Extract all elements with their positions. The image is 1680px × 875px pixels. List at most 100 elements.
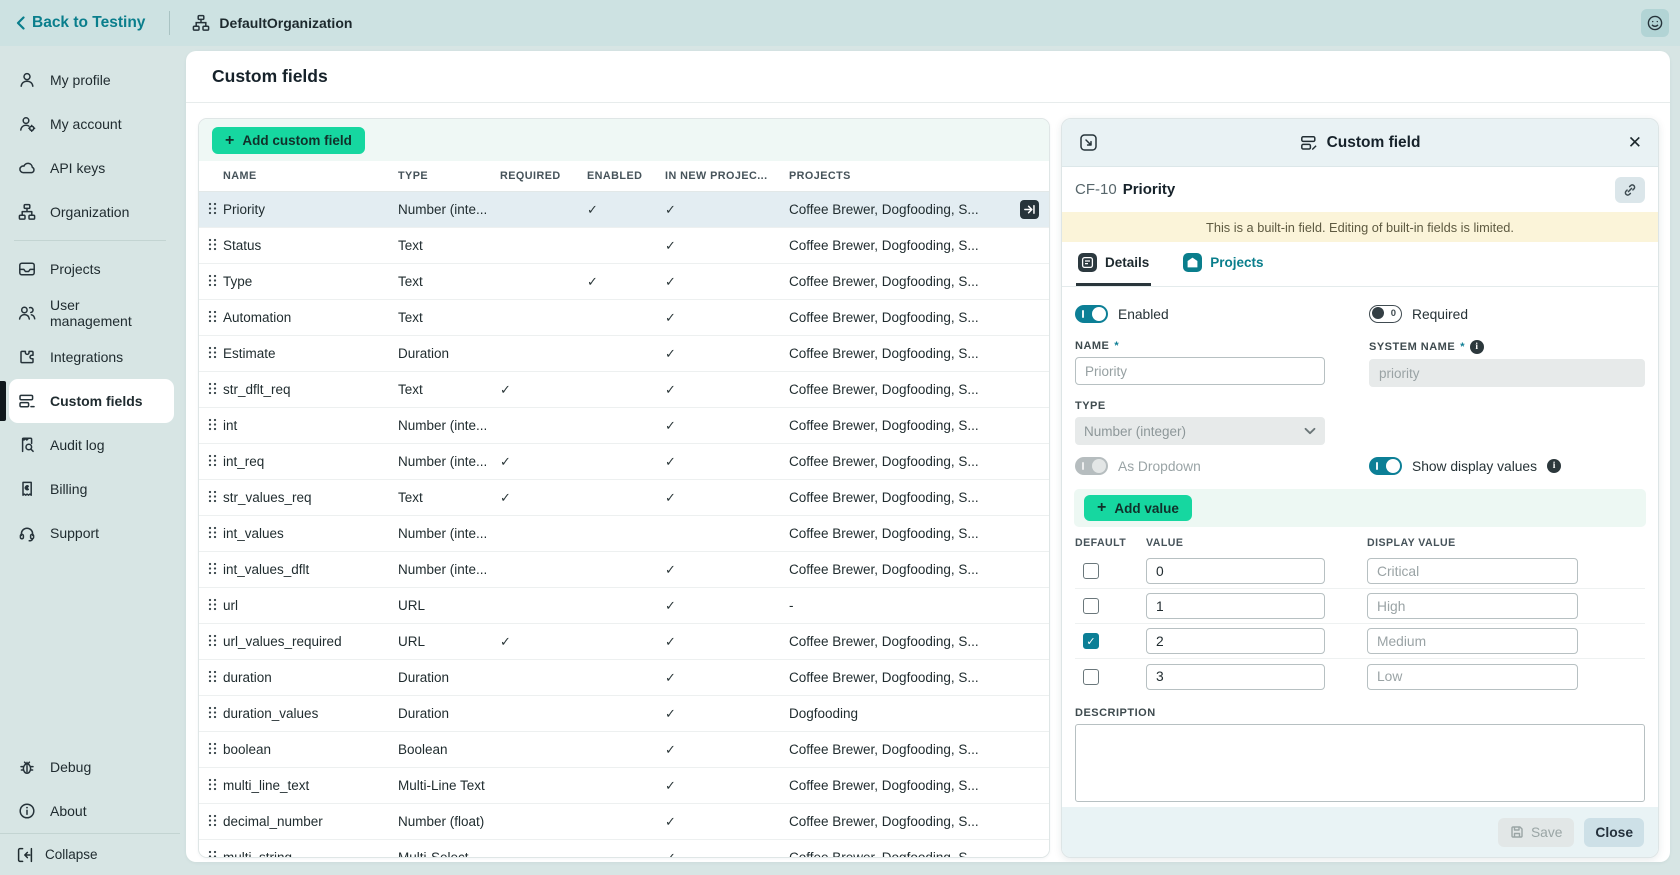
sidebar-item-support[interactable]: Support: [0, 511, 174, 555]
table-row-automation[interactable]: AutomationText✓Coffee Brewer, Dogfooding…: [199, 300, 1049, 336]
sidebar-item-label: About: [50, 803, 87, 819]
drag-handle-icon[interactable]: [208, 526, 217, 539]
default-checkbox[interactable]: [1083, 563, 1099, 579]
close-button[interactable]: Close: [1584, 818, 1644, 847]
table-row-str-dflt-req[interactable]: str_dflt_reqText✓✓Coffee Brewer, Dogfood…: [199, 372, 1049, 408]
drag-handle-icon[interactable]: [208, 670, 217, 683]
copy-link-button[interactable]: [1615, 177, 1645, 203]
add-value-button[interactable]: + Add value: [1084, 495, 1192, 521]
custom-fields-table-card: + Add custom field NAMETYPEREQUIREDENABL…: [198, 118, 1050, 858]
sidebar-item-debug[interactable]: Debug: [0, 745, 174, 789]
display-value-input[interactable]: [1367, 664, 1578, 690]
table-row-multi-line-text[interactable]: multi_line_textMulti-Line Text✓Coffee Br…: [199, 768, 1049, 804]
info-icon: i: [1470, 340, 1484, 354]
table-row-multi-string[interactable]: multi_stringMulti-Select✓Coffee Brewer, …: [199, 840, 1049, 857]
default-checkbox[interactable]: ✓: [1083, 633, 1099, 649]
value-input[interactable]: [1146, 664, 1325, 690]
name-field[interactable]: [1075, 357, 1325, 385]
add-custom-field-button[interactable]: + Add custom field: [212, 127, 365, 154]
table-row-duration-values[interactable]: duration_valuesDuration✓Dogfooding: [199, 696, 1049, 732]
table-row-url[interactable]: urlURL✓-: [199, 588, 1049, 624]
audit-icon: [18, 436, 37, 454]
plus-icon: +: [225, 133, 234, 149]
panel-title-text: Custom field: [1327, 134, 1421, 152]
save-button[interactable]: Save: [1498, 818, 1574, 847]
drag-handle-icon[interactable]: [208, 238, 217, 251]
required-toggle[interactable]: 0: [1369, 305, 1402, 323]
sidebar-item-integrations[interactable]: Integrations: [0, 335, 174, 379]
sidebar-item-user-management[interactable]: User management: [0, 291, 174, 335]
drag-handle-icon[interactable]: [208, 346, 217, 359]
tab-details[interactable]: Details: [1076, 242, 1151, 286]
table-row-status[interactable]: StatusText✓Coffee Brewer, Dogfooding, S.…: [199, 228, 1049, 264]
description-textarea[interactable]: [1075, 724, 1645, 802]
sidebar-item-api-keys[interactable]: API keys: [0, 146, 174, 190]
drag-handle-icon[interactable]: [208, 202, 217, 215]
table-row-int-values[interactable]: int_valuesNumber (inte...Coffee Brewer, …: [199, 516, 1049, 552]
expand-panel-icon[interactable]: [1078, 132, 1099, 153]
sidebar-item-label: My profile: [50, 72, 111, 88]
table-row-str-values-req[interactable]: str_values_reqText✓✓Coffee Brewer, Dogfo…: [199, 480, 1049, 516]
default-checkbox[interactable]: [1083, 598, 1099, 614]
drag-handle-icon[interactable]: [208, 742, 217, 755]
table-row-priority[interactable]: PriorityNumber (inte...✓✓Coffee Brewer, …: [199, 192, 1049, 228]
table-row-type[interactable]: TypeText✓✓Coffee Brewer, Dogfooding, S..…: [199, 264, 1049, 300]
drag-handle-icon[interactable]: [208, 850, 217, 858]
table-row-int-values-dflt[interactable]: int_values_dfltNumber (inte...✓Coffee Br…: [199, 552, 1049, 588]
sidebar-item-audit-log[interactable]: Audit log: [0, 423, 174, 467]
feedback-smiley-button[interactable]: [1641, 9, 1669, 37]
sidebar-item-about[interactable]: About: [0, 789, 174, 833]
collapse-sidebar-button[interactable]: Collapse: [0, 833, 180, 875]
table-row-url-values-required[interactable]: url_values_requiredURL✓✓Coffee Brewer, D…: [199, 624, 1049, 660]
custom-field-icon: [1300, 134, 1318, 152]
display-value-input[interactable]: [1367, 628, 1578, 654]
type-select[interactable]: Number (integer): [1075, 417, 1325, 445]
table-row-int-req[interactable]: int_reqNumber (inte...✓✓Coffee Brewer, D…: [199, 444, 1049, 480]
drag-handle-icon[interactable]: [208, 382, 217, 395]
drag-handle-icon[interactable]: [208, 634, 217, 647]
table-row-int[interactable]: intNumber (inte...✓Coffee Brewer, Dogfoo…: [199, 408, 1049, 444]
sidebar-item-custom-fields[interactable]: Custom fields: [9, 379, 174, 423]
drag-handle-icon[interactable]: [208, 598, 217, 611]
default-checkbox[interactable]: [1083, 669, 1099, 685]
column-header-enabled: ENABLED: [587, 170, 665, 182]
user-icon: [18, 71, 37, 89]
drag-handle-icon[interactable]: [208, 814, 217, 827]
sidebar-item-my-profile[interactable]: My profile: [0, 58, 174, 102]
show-display-values-toggle[interactable]: [1369, 457, 1402, 475]
tab-projects[interactable]: Projects: [1181, 242, 1265, 286]
drag-handle-icon[interactable]: [208, 274, 217, 287]
display-value-input[interactable]: [1367, 593, 1578, 619]
back-link-label: Back to Testiny: [32, 14, 145, 32]
value-input[interactable]: [1146, 593, 1325, 619]
table-row-estimate[interactable]: EstimateDuration✓Coffee Brewer, Dogfoodi…: [199, 336, 1049, 372]
enabled-toggle[interactable]: [1075, 305, 1108, 323]
drag-handle-icon[interactable]: [208, 454, 217, 467]
back-to-testiny-link[interactable]: Back to Testiny: [16, 14, 145, 32]
close-icon[interactable]: ✕: [1628, 134, 1642, 151]
info-icon: [18, 802, 37, 820]
sidebar-item-my-account[interactable]: My account: [0, 102, 174, 146]
drag-handle-icon[interactable]: [208, 562, 217, 575]
table-row-decimal-number[interactable]: decimal_numberNumber (float)✓Coffee Brew…: [199, 804, 1049, 840]
drag-handle-icon[interactable]: [208, 706, 217, 719]
value-input[interactable]: [1146, 558, 1325, 584]
drag-handle-icon[interactable]: [208, 778, 217, 791]
table-row-duration[interactable]: durationDuration✓Coffee Brewer, Dogfoodi…: [199, 660, 1049, 696]
open-detail-panel-icon[interactable]: [1020, 200, 1039, 219]
sidebar-item-projects[interactable]: Projects: [0, 247, 174, 291]
org-chart-icon: [18, 203, 37, 221]
required-label: Required: [1412, 307, 1468, 322]
sidebar-item-organization[interactable]: Organization: [0, 190, 174, 234]
value-input[interactable]: [1146, 628, 1325, 654]
add-value-strip: + Add value: [1074, 489, 1646, 527]
drag-handle-icon[interactable]: [208, 418, 217, 431]
name-field-label: NAME*: [1075, 340, 1325, 352]
drag-handle-icon[interactable]: [208, 490, 217, 503]
table-row-boolean[interactable]: booleanBoolean✓Coffee Brewer, Dogfooding…: [199, 732, 1049, 768]
organization-switcher[interactable]: DefaultOrganization: [192, 14, 352, 32]
sidebar-item-billing[interactable]: Billing: [0, 467, 174, 511]
org-name: DefaultOrganization: [219, 15, 352, 31]
drag-handle-icon[interactable]: [208, 310, 217, 323]
display-value-input[interactable]: [1367, 558, 1578, 584]
